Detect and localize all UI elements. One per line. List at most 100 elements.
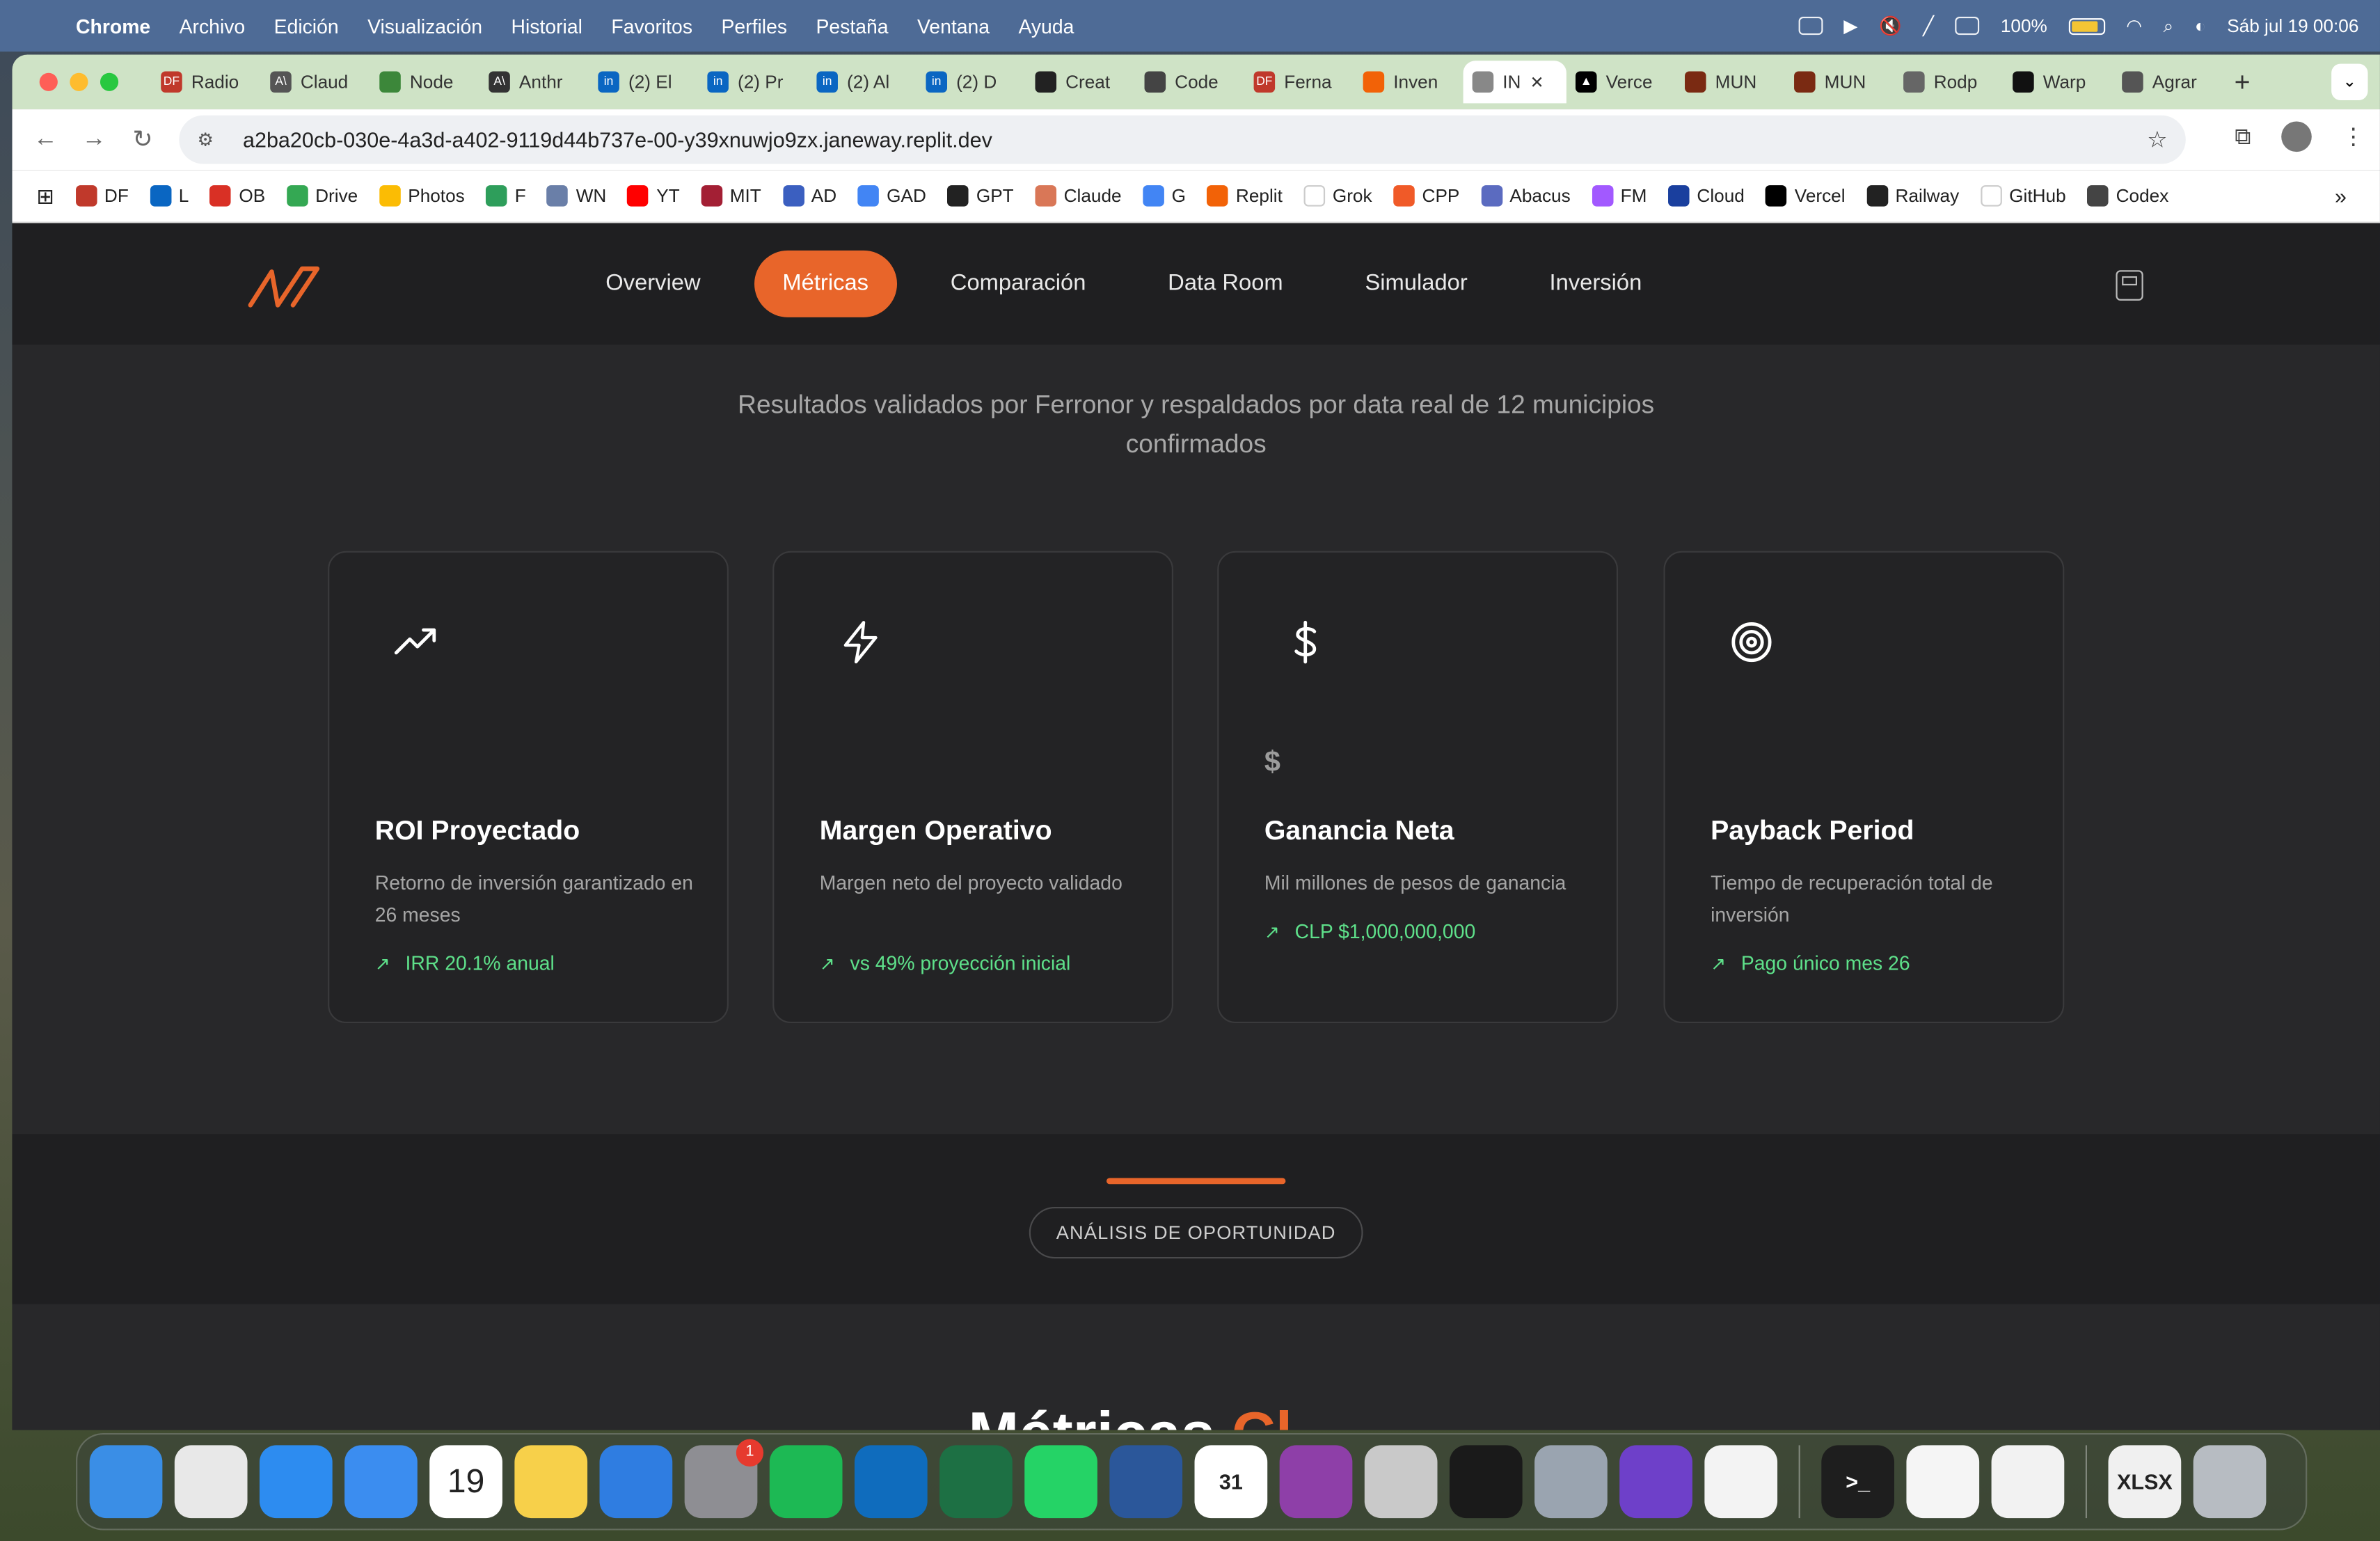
browser-tab[interactable]: IN ✕ <box>1463 61 1566 104</box>
control-center-icon[interactable]: ◐ <box>2195 15 2206 37</box>
extensions-icon[interactable]: ⧉ <box>2235 124 2251 150</box>
dock-spotify-icon[interactable] <box>769 1445 843 1519</box>
close-window-button[interactable] <box>39 72 58 91</box>
menu-edicion[interactable]: Edición <box>274 15 339 38</box>
battery-icon[interactable] <box>2068 17 2105 35</box>
nav-metricas[interactable]: Métricas <box>753 250 898 317</box>
menu-ayuda[interactable]: Ayuda <box>1018 15 1074 38</box>
display-icon[interactable] <box>1955 16 1980 35</box>
menu-favoritos[interactable]: Favoritos <box>611 15 692 38</box>
wifi-icon[interactable]: ◠ <box>2126 15 2142 37</box>
dock-screen-app-icon[interactable] <box>1534 1445 1608 1519</box>
play-icon[interactable]: ▶ <box>1843 15 1857 37</box>
dock-passwords-icon[interactable] <box>1991 1445 2065 1519</box>
bookmark-item[interactable]: YT <box>627 185 680 207</box>
apps-grid-icon[interactable]: ⊞ <box>36 183 54 209</box>
browser-tab[interactable]: A\ Anthr <box>479 61 589 103</box>
back-icon[interactable]: ← <box>31 126 61 153</box>
browser-tab[interactable]: in (2) D <box>917 61 1026 103</box>
dock-keynote-icon[interactable] <box>599 1445 673 1519</box>
browser-tab[interactable]: DF Ferna <box>1245 61 1354 103</box>
dock-finder-icon[interactable] <box>89 1445 163 1519</box>
dock-github-desktop-icon[interactable] <box>1619 1445 1692 1519</box>
dock-word-icon[interactable] <box>1109 1445 1183 1519</box>
pen-icon[interactable]: ╱ <box>1923 15 1934 37</box>
brand-logo[interactable] <box>248 260 321 311</box>
dock-notes-icon[interactable] <box>514 1445 588 1519</box>
bookmark-item[interactable]: Photos <box>379 185 465 207</box>
bookmark-item[interactable]: WN <box>547 185 606 207</box>
browser-tab[interactable]: MUN <box>1785 61 1894 103</box>
more-bookmarks-icon[interactable]: » <box>2335 184 2347 208</box>
bookmark-item[interactable]: F <box>486 185 526 207</box>
nav-simulador[interactable]: Simulador <box>1336 251 1496 317</box>
bookmark-item[interactable]: L <box>150 185 189 207</box>
browser-tab[interactable]: in (2) El <box>589 61 698 103</box>
dock-system-settings-icon[interactable]: 1 <box>684 1439 764 1519</box>
mute-icon[interactable]: 🔇 <box>1879 15 1902 37</box>
site-settings-icon[interactable]: ⚙ <box>198 129 225 150</box>
reload-icon[interactable]: ↻ <box>127 125 158 155</box>
nav-comparacion[interactable]: Comparación <box>921 251 1114 317</box>
dock-circle-app-icon[interactable] <box>1279 1445 1353 1519</box>
browser-tab[interactable]: MUN <box>1676 61 1785 103</box>
chrome-menu-icon[interactable]: ⋮ <box>2342 123 2365 150</box>
nav-data-room[interactable]: Data Room <box>1139 251 1312 317</box>
bookmark-item[interactable]: GitHub <box>1980 185 2066 207</box>
dock-outlook-icon[interactable] <box>854 1445 928 1519</box>
nav-overview[interactable]: Overview <box>577 251 729 317</box>
spotlight-icon[interactable]: ⌕ <box>2164 15 2174 38</box>
bookmark-item[interactable]: CPP <box>1393 185 1459 207</box>
bookmark-item[interactable]: Railway <box>1866 185 1959 207</box>
bookmark-item[interactable]: Codex <box>2087 185 2168 207</box>
bookmark-item[interactable]: Claude <box>1035 185 1122 207</box>
dock-calendar-icon[interactable]: 19 <box>429 1445 502 1519</box>
bookmark-item[interactable]: OB <box>209 185 265 207</box>
dock-whatsapp-icon[interactable] <box>1024 1445 1097 1519</box>
browser-tab[interactable]: A\ Claud <box>261 61 370 103</box>
bookmark-item[interactable]: Drive <box>286 185 358 207</box>
dock-replit-icon[interactable] <box>1449 1445 1523 1519</box>
browser-tab[interactable]: Creat <box>1026 61 1135 103</box>
browser-tab[interactable]: Rodp <box>1894 61 2004 103</box>
dock-iphone-mirroring-icon[interactable] <box>1364 1445 1438 1519</box>
dock-chrome-icon[interactable] <box>174 1445 248 1519</box>
dock-trash-icon[interactable] <box>2193 1445 2267 1519</box>
bookmark-item[interactable]: DF <box>75 185 129 207</box>
profile-avatar[interactable] <box>2281 121 2312 152</box>
menu-ventana[interactable]: Ventana <box>917 15 990 38</box>
dock-mail-icon[interactable] <box>344 1445 418 1519</box>
menu-historial[interactable]: Historial <box>511 15 582 38</box>
dock-safari-icon[interactable] <box>259 1445 333 1519</box>
calculator-icon[interactable] <box>2116 270 2143 301</box>
bookmark-item[interactable]: Abacus <box>1480 185 1571 207</box>
browser-tab[interactable]: in (2) Al <box>807 61 917 103</box>
menu-perfiles[interactable]: Perfiles <box>721 15 787 38</box>
dock-vscode-icon[interactable] <box>1704 1445 1778 1519</box>
bookmark-item[interactable]: GAD <box>857 185 926 207</box>
bookmark-item[interactable]: Vercel <box>1766 185 1846 207</box>
clock[interactable]: Sáb jul 19 00:06 <box>2227 15 2358 37</box>
menu-archivo[interactable]: Archivo <box>180 15 246 38</box>
bookmark-item[interactable]: AD <box>782 185 836 207</box>
menu-app-name[interactable]: Chrome <box>76 15 150 38</box>
zoom-window-button[interactable] <box>100 72 119 91</box>
browser-tab[interactable]: ▲ Verce <box>1566 61 1676 103</box>
browser-tab[interactable]: Node <box>370 61 479 103</box>
dock-terminal-icon[interactable]: >_ <box>1821 1445 1895 1519</box>
browser-tab[interactable]: Inven <box>1354 61 1463 103</box>
dock-calendar-31-icon[interactable]: 31 <box>1194 1445 1268 1519</box>
browser-tab[interactable]: Agrar <box>2113 61 2222 103</box>
bookmark-star-icon[interactable]: ☆ <box>2147 126 2167 153</box>
bookmark-item[interactable]: FM <box>1592 185 1647 207</box>
dock-textedit-icon[interactable] <box>1906 1445 1980 1519</box>
menu-pestana[interactable]: Pestaña <box>816 15 888 38</box>
minimize-window-button[interactable] <box>70 72 88 91</box>
nav-inversion[interactable]: Inversión <box>1521 251 1671 317</box>
browser-tab[interactable]: Code <box>1135 61 1244 103</box>
bookmark-item[interactable]: MIT <box>701 185 761 207</box>
tab-search-chevron-icon[interactable]: ⌄ <box>2331 63 2368 100</box>
dock-excel-icon[interactable] <box>939 1445 1013 1519</box>
dock-xlsx-file-icon[interactable]: XLSX <box>2108 1445 2182 1519</box>
browser-tab[interactable]: DF Radio <box>152 61 261 103</box>
